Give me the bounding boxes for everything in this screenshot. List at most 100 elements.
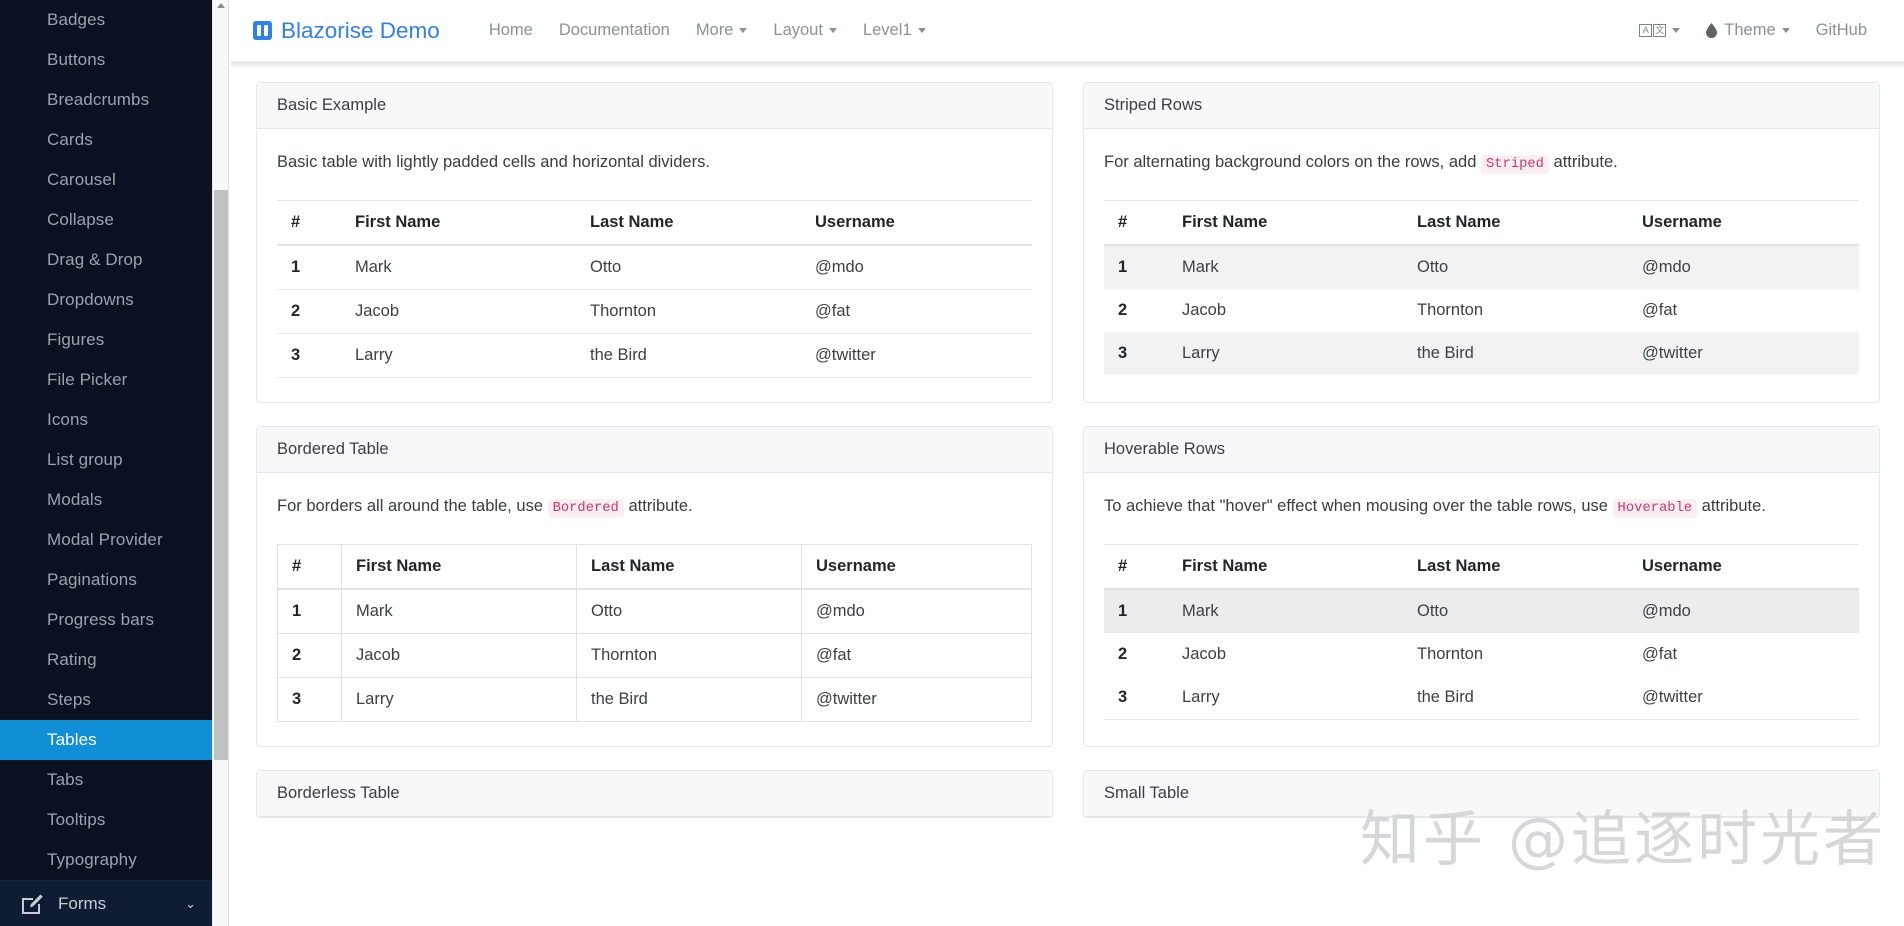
nav-link-label: Layout [773,21,823,40]
card-description: Basic table with lightly padded cells an… [277,151,1032,174]
card-description: To achieve that "hover" effect when mous… [1104,495,1859,518]
card-body: Basic table with lightly padded cells an… [257,129,1052,402]
table-cell: 1 [1104,589,1168,633]
table-cell: Thornton [1403,633,1628,676]
sidebar-item-cards[interactable]: Cards [0,120,212,160]
table-cell: @fat [1628,633,1859,676]
chevron-down-icon [1782,28,1790,33]
scrollbar-thumb[interactable] [214,190,228,760]
chevron-down-icon [1672,28,1680,33]
table-cell: Thornton [577,634,802,678]
table-cell: Larry [341,334,576,378]
scroll-up-arrow-icon[interactable] [217,3,225,8]
table-row[interactable]: 3Larrythe Bird@twitter [1104,676,1859,720]
nav-link-level1[interactable]: Level1 [850,21,939,40]
theme-selector[interactable]: Theme [1693,21,1802,40]
table-row[interactable]: 2JacobThornton@fat [1104,633,1859,676]
sidebar-item-rating[interactable]: Rating [0,640,212,680]
sidebar-item-breadcrumbs[interactable]: Breadcrumbs [0,80,212,120]
sidebar-item-tabs[interactable]: Tabs [0,760,212,800]
nav-link-more[interactable]: More [683,21,761,40]
sidebar-item-tables[interactable]: Tables [0,720,212,760]
card-description-text: Basic table with lightly padded cells an… [277,153,710,171]
data-table-hoverable: #First NameLast NameUsername1MarkOtto@md… [1104,544,1859,720]
table-row: 3Larrythe Bird@twitter [278,678,1032,722]
sidebar-item-carousel[interactable]: Carousel [0,160,212,200]
chevron-down-icon [918,28,926,33]
app-root: BadgesButtonsBreadcrumbsCardsCarousel Col… [0,0,1904,926]
table-cell: @mdo [802,589,1032,634]
table-cell: @fat [801,290,1032,334]
sidebar-item-drag-drop[interactable]: Drag & Drop [0,240,212,280]
sidebar-item-label: Collapse [47,210,114,229]
table-header-cell: # [1104,545,1168,590]
sidebar-item-forms[interactable]: Forms ⌄ [0,880,212,926]
sidebar-item-label: Typography [47,850,137,869]
page-scrollbar[interactable] [212,0,229,926]
sidebar-item-modals[interactable]: Modals [0,480,212,520]
chevron-down-icon: ⌄ [185,896,196,912]
card-borderless: Borderless Table [256,770,1053,818]
nav-link-layout[interactable]: Layout [760,21,850,40]
sidebar-item-label: Drag & Drop [47,250,143,269]
language-letter-cjk: 文 [1653,24,1666,37]
sidebar-item-collapse[interactable]: Collapse [0,200,212,240]
card-description: For borders all around the table, use Bo… [277,495,1032,518]
translate-icon: A文 [1639,24,1666,37]
sidebar-item-icons[interactable]: Icons [0,400,212,440]
data-table-bordered: #First NameLast NameUsername1MarkOtto@md… [277,544,1032,722]
sidebar-item-file-picker[interactable]: File Picker [0,360,212,400]
card-body: For borders all around the table, use Bo… [257,473,1052,746]
table-header-row: #First NameLast NameUsername [277,201,1032,246]
sidebar-item-steps[interactable]: Steps [0,680,212,720]
card-body: To achieve that "hover" effect when mous… [1084,473,1879,744]
nav-link-documentation[interactable]: Documentation [546,21,683,40]
language-selector[interactable]: A文 [1626,24,1693,37]
card-description-suffix: attribute. [628,497,692,515]
nav-link-home[interactable]: Home [476,21,546,40]
sidebar-item-tooltips[interactable]: Tooltips [0,800,212,840]
sidebar-item-typography[interactable]: Typography [0,840,212,880]
table-cell: @fat [802,634,1032,678]
table-cell: Mark [341,245,576,290]
card-title: Small Table [1084,771,1879,817]
table-header-cell: First Name [1168,201,1403,246]
brand-link[interactable]: Blazorise Demo [253,18,440,44]
table-header-cell: Username [802,545,1032,590]
chevron-down-icon [829,28,837,33]
table-cell: 3 [1104,676,1168,720]
sidebar-scroll-area: BadgesButtonsBreadcrumbsCardsCarousel Col… [0,0,212,880]
sidebar-item-list-group[interactable]: List group [0,440,212,480]
sidebar-item-buttons[interactable]: Buttons [0,40,212,80]
sidebar-item-label: Rating [47,650,97,669]
sidebar: BadgesButtonsBreadcrumbsCardsCarousel Col… [0,0,212,926]
card-title: Borderless Table [257,771,1052,817]
table-header-cell: Username [801,201,1032,246]
table-header-cell: Username [1628,545,1859,590]
table-cell: 1 [278,589,342,634]
card-striped: Striped RowsFor alternating background c… [1083,82,1880,403]
table-cell: @mdo [1628,245,1859,289]
table-row[interactable]: 1MarkOtto@mdo [1104,589,1859,633]
table-header-cell: # [277,201,341,246]
sidebar-item-label: File Picker [47,370,127,389]
sidebar-item-label: Tables [47,730,97,749]
table-cell: the Bird [1403,676,1628,720]
sidebar-item-label: Modal Provider [47,530,163,549]
sidebar-item-dropdowns[interactable]: Dropdowns [0,280,212,320]
sidebar-item-badges[interactable]: Badges [0,0,212,40]
table-row: 1MarkOtto@mdo [277,245,1032,290]
github-link[interactable]: GitHub [1803,21,1880,40]
table-cell: @twitter [1628,332,1859,375]
sidebar-item-modal-provider[interactable]: Modal Provider [0,520,212,560]
table-row: 3Larrythe Bird@twitter [277,334,1032,378]
sidebar-item-progress-bars[interactable]: Progress bars [0,600,212,640]
table-cell: Thornton [1403,289,1628,332]
table-cell: Jacob [1168,633,1403,676]
table-header-cell: Last Name [1403,201,1628,246]
card-hoverable: Hoverable RowsTo achieve that "hover" ef… [1083,426,1880,747]
sidebar-item-paginations[interactable]: Paginations [0,560,212,600]
card-title: Bordered Table [257,427,1052,473]
table-row: 1MarkOtto@mdo [278,589,1032,634]
sidebar-item-figures[interactable]: Figures [0,320,212,360]
